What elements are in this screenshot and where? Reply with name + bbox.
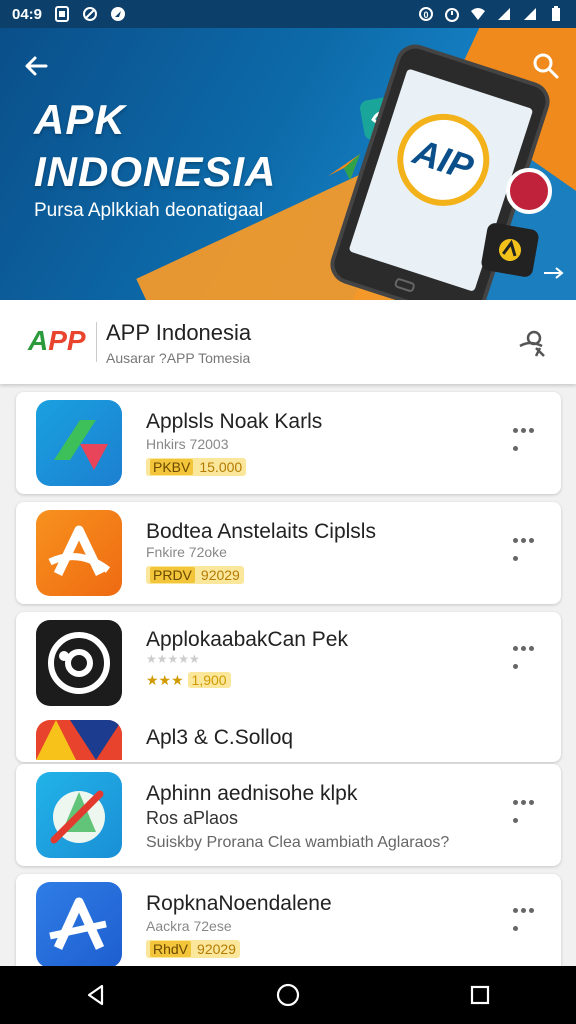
- app-title: Applsls Noak Karls: [146, 410, 323, 433]
- settings-icon[interactable]: [516, 328, 548, 360]
- app-logo-letters: PP: [48, 325, 86, 356]
- clock-icon: [445, 8, 459, 22]
- more-options-icon[interactable]: [513, 792, 543, 823]
- phone-home-button: [393, 277, 416, 293]
- price-value: 92029: [200, 567, 240, 583]
- home-circle-icon: [276, 983, 300, 1007]
- app-meta: Hnkirs 72003: [146, 436, 229, 452]
- price-badge: PKBV 15.000: [146, 458, 247, 476]
- app-title: Apl3 & C.Solloq: [146, 726, 294, 749]
- status-time: 04:9: [12, 5, 43, 23]
- floating-app-icon: [506, 168, 552, 214]
- price-badge: RhdV 92029: [146, 940, 240, 958]
- pen-compass-icon: [36, 772, 122, 858]
- signal-icon-2: [524, 8, 536, 20]
- price-value: 15.000: [199, 459, 243, 475]
- orange-a-icon: [36, 510, 122, 596]
- header-divider: [96, 322, 97, 362]
- more-options-icon[interactable]: [513, 900, 543, 931]
- app-title: RopknaNoendalene: [146, 892, 332, 915]
- alarm-icon: 0: [419, 7, 433, 21]
- search-icon[interactable]: [530, 50, 562, 82]
- wifi-icon: [471, 8, 485, 20]
- sim-icon: [55, 6, 70, 22]
- app-name: APP Indonesia: [106, 320, 252, 345]
- battery-icon: [552, 6, 560, 21]
- rating-count: 1,900: [187, 672, 231, 688]
- nav-back-button[interactable]: [76, 975, 116, 1015]
- signal-icon: [498, 8, 510, 20]
- blocked-icon: [83, 7, 98, 21]
- price-tag: PKBV: [150, 459, 194, 475]
- list-item[interactable]: Bodtea Anstelaits Ciplsls Fnkire 72oke P…: [16, 502, 561, 604]
- app-title: Aphinn aednisohe klpk: [146, 782, 358, 805]
- app-rating: ★★★ 1,900: [146, 672, 231, 689]
- location-icon: [111, 7, 126, 21]
- list-item[interactable]: RopknaNoendalene Aackra 72ese RhdV 92029: [16, 874, 561, 974]
- svg-text:0: 0: [423, 10, 428, 20]
- app-subtitle: Ausarar ?APP Tomesia: [106, 350, 251, 366]
- blue-green-triangle-icon: [36, 400, 122, 486]
- back-triangle-icon: [87, 984, 104, 1006]
- app-meta: Fnkire 72oke: [146, 544, 227, 560]
- app-rating-faded: ★★★★★: [146, 652, 200, 666]
- app-description: Suiskby Prorana Clea wambiath Aglaraos?: [146, 834, 450, 851]
- app-header: A PP APP Indonesia Ausarar ?APP Tomesia: [0, 300, 576, 384]
- list-item[interactable]: Applsls Noak Karls Hnkirs 72003 PKBV 15.0…: [16, 392, 561, 494]
- more-options-icon[interactable]: [513, 638, 543, 669]
- status-bar: 04:9 0: [0, 0, 576, 28]
- recents-square-icon: [470, 985, 490, 1005]
- price-badge: PRDV 92029: [146, 566, 244, 584]
- hero-subtitle: Pursa Aplkkiah deonatigaal: [34, 200, 264, 221]
- price-value: 92029: [197, 941, 236, 957]
- more-options-icon[interactable]: [513, 420, 543, 451]
- app-logo-letter: A: [28, 325, 49, 356]
- system-nav-bar: [0, 966, 576, 1024]
- rating-stars: ★★★: [146, 672, 184, 688]
- nav-recents-button[interactable]: [460, 975, 500, 1015]
- list-item[interactable]: Aphinn aednisohe klpk Ros aPlaos Suiskby…: [16, 764, 561, 866]
- app-subtitle: Ros aPlaos: [146, 808, 239, 828]
- blue-a-icon: [36, 882, 122, 968]
- more-options-icon[interactable]: [513, 530, 543, 561]
- red-yellow-icon: [36, 720, 122, 760]
- app-title: Bodtea Anstelaits Ciplsls: [146, 520, 376, 543]
- app-meta: Aackra 72ese: [146, 918, 232, 934]
- sparkle-icon: [544, 267, 564, 279]
- hero-title-line2: INDONESIA: [34, 148, 277, 195]
- hero-banner: APK INDONESIA Pursa Aplkkiah deonatigaal…: [0, 28, 576, 300]
- app-title: ApplokaabakCan Pek: [146, 628, 348, 651]
- price-tag: RhdV: [150, 941, 192, 957]
- hero-title: APK INDONESIA: [34, 94, 334, 198]
- black-disc-icon: [36, 620, 122, 706]
- nav-home-button[interactable]: [268, 975, 308, 1015]
- app-logo[interactable]: A PP: [28, 320, 86, 362]
- back-arrow-icon[interactable]: [20, 50, 52, 82]
- floating-app-icon: [480, 221, 540, 279]
- price-tag: PRDV: [150, 567, 195, 583]
- list-item[interactable]: ApplokaabakCan Pek ★★★★★ ★★★ 1,900 Apl3 …: [16, 612, 561, 762]
- hero-title-line1: APK: [34, 96, 126, 143]
